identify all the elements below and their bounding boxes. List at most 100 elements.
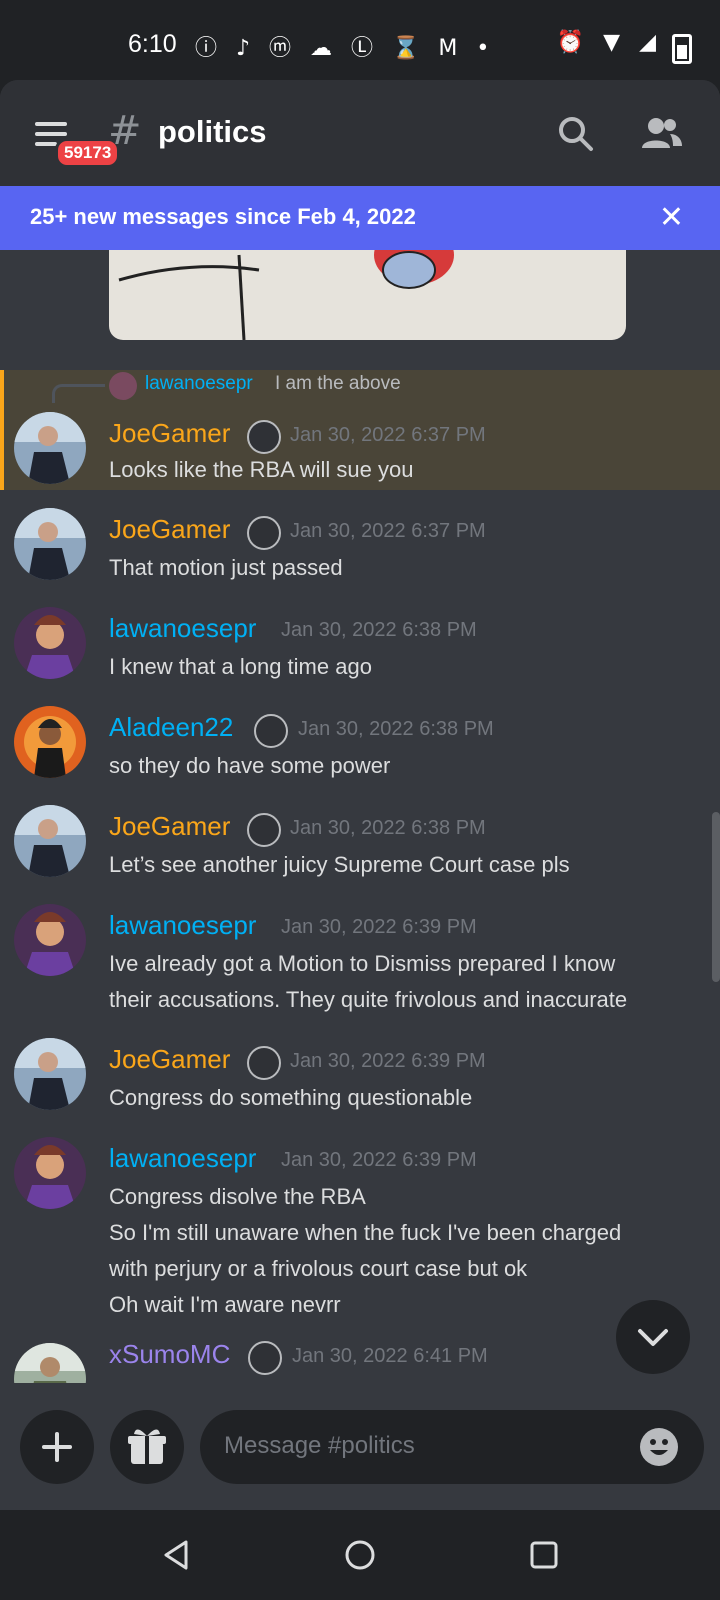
battery-icon bbox=[672, 34, 692, 64]
gift-button[interactable] bbox=[110, 1410, 184, 1484]
message-line: Congress disolve the RBA bbox=[109, 1184, 366, 1209]
message-line: so they do have some power bbox=[109, 753, 391, 778]
message-line: Congress do something questionable bbox=[109, 1085, 473, 1110]
back-icon[interactable] bbox=[160, 1538, 194, 1576]
role-badge-icon bbox=[247, 420, 281, 454]
recents-icon[interactable] bbox=[527, 1538, 561, 1576]
message-item[interactable]: lawanoesepr Jan 30, 2022 6:39 PM Congres… bbox=[0, 1129, 720, 1325]
author-name[interactable]: JoeGamer bbox=[109, 514, 230, 545]
author-name[interactable]: JoeGamer bbox=[109, 418, 230, 449]
message-timestamp: Jan 30, 2022 6:39 PM bbox=[281, 916, 477, 938]
system-icons: ⏰ ▼ ◢ bbox=[556, 30, 662, 55]
avatar[interactable] bbox=[14, 1038, 86, 1110]
author-name[interactable]: lawanoesepr bbox=[109, 1143, 256, 1174]
author-name[interactable]: Aladeen22 bbox=[109, 712, 233, 743]
search-icon[interactable] bbox=[556, 114, 596, 154]
author-name[interactable]: xSumoMC bbox=[109, 1339, 230, 1370]
hamburger-icon-bar bbox=[35, 142, 57, 146]
reply-author[interactable]: lawanoesepr bbox=[145, 373, 253, 395]
message-content: I knew that a long time ago bbox=[109, 649, 700, 685]
add-attachment-button[interactable] bbox=[20, 1410, 94, 1484]
message-content: Ive already got a Motion to Dismiss prep… bbox=[109, 946, 700, 1018]
message-timestamp: Jan 30, 2022 6:41 PM bbox=[292, 1345, 488, 1367]
message-item[interactable]: Aladeen22 Jan 30, 2022 6:38 PM so they d… bbox=[0, 698, 720, 788]
image-content bbox=[118, 250, 454, 340]
message-item[interactable]: JoeGamer Jan 30, 2022 6:38 PM Let’s see … bbox=[0, 797, 720, 887]
chevron-down-icon bbox=[638, 1329, 668, 1346]
message-item[interactable]: JoeGamer Jan 30, 2022 6:39 PM Congress d… bbox=[0, 1030, 720, 1120]
scrollbar-thumb[interactable] bbox=[712, 812, 720, 982]
avatar[interactable] bbox=[14, 508, 86, 580]
image-attachment[interactable] bbox=[109, 250, 626, 340]
role-badge-icon bbox=[248, 1341, 282, 1375]
message-item[interactable]: xSumoMC Jan 30, 2022 6:41 PM bbox=[0, 1335, 720, 1383]
message-input-placeholder: Message #politics bbox=[224, 1432, 415, 1459]
home-icon[interactable] bbox=[343, 1538, 377, 1576]
avatar[interactable] bbox=[14, 1343, 86, 1383]
members-icon[interactable] bbox=[640, 114, 682, 154]
channel-header: 59173 # politics bbox=[0, 80, 720, 186]
message-timestamp: Jan 30, 2022 6:38 PM bbox=[298, 718, 494, 740]
message-line: with perjury or a frivolous court case b… bbox=[109, 1256, 528, 1281]
avatar[interactable] bbox=[14, 706, 86, 778]
author-name[interactable]: lawanoesepr bbox=[109, 613, 256, 644]
notification-icons: ⓘ ♪ ⓜ ☁ Ⓛ ⌛ M • bbox=[195, 36, 496, 61]
system-nav-bar bbox=[0, 1510, 720, 1600]
message-line: So I'm still unaware when the fuck I've … bbox=[109, 1220, 622, 1245]
role-badge-icon bbox=[247, 516, 281, 550]
avatar[interactable] bbox=[14, 412, 86, 484]
emoji-icon[interactable] bbox=[640, 1428, 678, 1466]
message-item[interactable]: lawanoesepr Jan 30, 2022 6:39 PM Ive alr… bbox=[0, 896, 720, 1024]
reply-avatar bbox=[109, 372, 137, 400]
message-content: Let’s see another juicy Supreme Court ca… bbox=[109, 847, 700, 883]
message-item[interactable]: JoeGamer Jan 30, 2022 6:37 PM That motio… bbox=[0, 500, 720, 590]
message-composer: Message #politics bbox=[0, 1390, 720, 1510]
message-timestamp: Jan 30, 2022 6:39 PM bbox=[290, 1050, 486, 1072]
message-line: Let’s see another juicy Supreme Court ca… bbox=[109, 852, 570, 877]
message-line: That motion just passed bbox=[109, 555, 343, 580]
message-line: their accusations. They quite frivolous … bbox=[109, 987, 628, 1012]
reply-text: I am the above bbox=[275, 373, 401, 394]
message-timestamp: Jan 30, 2022 6:38 PM bbox=[290, 817, 486, 839]
role-badge-icon bbox=[247, 1046, 281, 1080]
message-line: I knew that a long time ago bbox=[109, 654, 372, 679]
message-input[interactable]: Message #politics bbox=[200, 1410, 704, 1484]
message-timestamp: Jan 30, 2022 6:38 PM bbox=[281, 619, 477, 641]
message-content: Congress do something questionable bbox=[109, 1080, 700, 1116]
status-time: 6:10 bbox=[128, 30, 177, 58]
avatar[interactable] bbox=[14, 607, 86, 679]
hamburger-icon-bar bbox=[35, 132, 67, 136]
avatar[interactable] bbox=[14, 904, 86, 976]
avatar[interactable] bbox=[14, 1137, 86, 1209]
channel-hash-icon: # bbox=[108, 108, 142, 154]
app-window: 59173 # politics 25+ new messages since … bbox=[0, 80, 720, 1510]
message-line: Oh wait I'm aware nevrr bbox=[109, 1292, 341, 1317]
role-badge-icon bbox=[254, 714, 288, 748]
message-content: Looks like the RBA will sue you bbox=[109, 452, 704, 488]
message-item[interactable]: lawanoesepr Jan 30, 2022 6:38 PM I knew … bbox=[0, 599, 720, 689]
close-icon[interactable]: ✕ bbox=[659, 200, 684, 235]
message-line: Looks like the RBA will sue you bbox=[109, 457, 414, 482]
message-content: That motion just passed bbox=[109, 550, 700, 586]
author-name[interactable]: JoeGamer bbox=[109, 811, 230, 842]
banner-text: 25+ new messages since Feb 4, 2022 bbox=[30, 204, 416, 229]
message-content: so they do have some power bbox=[109, 748, 700, 784]
new-messages-banner[interactable]: 25+ new messages since Feb 4, 2022 ✕ bbox=[0, 186, 720, 250]
status-bar: 6:10 ⓘ ♪ ⓜ ☁ Ⓛ ⌛ M • ⏰ ▼ ◢ bbox=[0, 0, 720, 80]
plus-icon bbox=[42, 1432, 72, 1462]
message-timestamp: Jan 30, 2022 6:39 PM bbox=[281, 1149, 477, 1171]
message-line: Ive already got a Motion to Dismiss prep… bbox=[109, 951, 616, 976]
reply-connector bbox=[52, 384, 105, 403]
author-name[interactable]: JoeGamer bbox=[109, 1044, 230, 1075]
channel-title: politics bbox=[158, 114, 267, 149]
message-timestamp: Jan 30, 2022 6:37 PM bbox=[290, 520, 486, 542]
jump-to-bottom-button[interactable] bbox=[616, 1300, 690, 1374]
message-timestamp: Jan 30, 2022 6:37 PM bbox=[290, 424, 486, 446]
gift-icon bbox=[128, 1429, 166, 1464]
author-name[interactable]: lawanoesepr bbox=[109, 910, 256, 941]
avatar[interactable] bbox=[14, 805, 86, 877]
role-badge-icon bbox=[247, 813, 281, 847]
message-content: Congress disolve the RBA So I'm still un… bbox=[109, 1179, 700, 1323]
emoji-face bbox=[650, 1439, 668, 1455]
message-item[interactable]: lawanoesepr I am the above JoeGamer Jan … bbox=[0, 370, 720, 490]
